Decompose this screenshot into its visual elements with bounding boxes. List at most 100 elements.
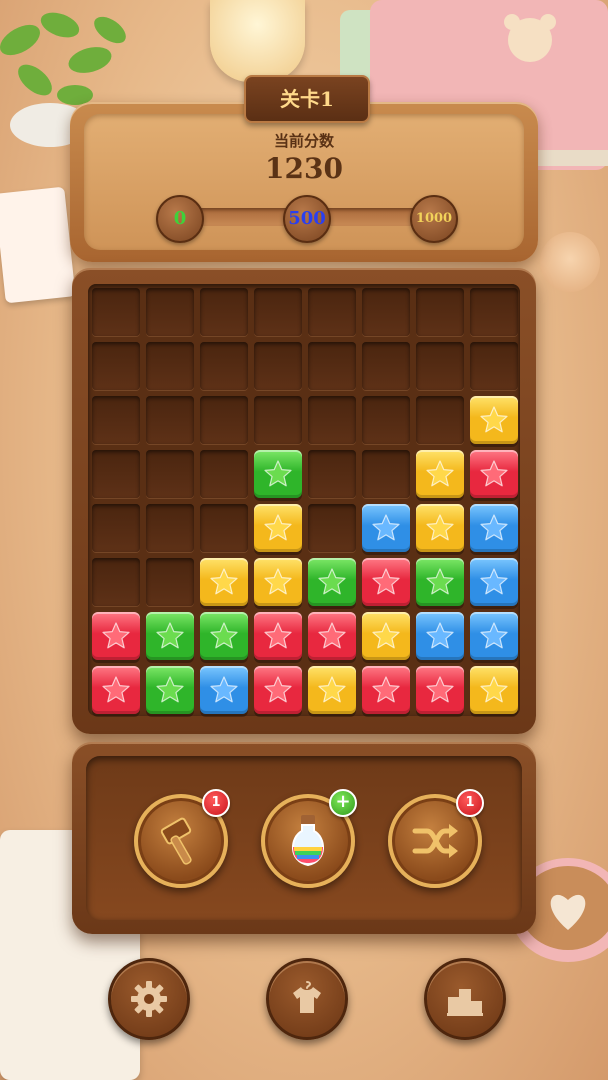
red-star-block[interactable]: [362, 558, 410, 606]
red-star-block[interactable]: [254, 666, 302, 714]
star-icon: [426, 514, 454, 541]
settings-button[interactable]: [108, 958, 190, 1040]
star-icon: [210, 568, 238, 595]
level-label: 关卡1: [244, 75, 370, 123]
blue-star-block[interactable]: [416, 612, 464, 660]
board-cell-empty[interactable]: [308, 396, 356, 444]
star-icon: [426, 568, 454, 595]
board-cell-empty[interactable]: [146, 450, 194, 498]
board-cell-empty[interactable]: [200, 450, 248, 498]
board-cell-empty[interactable]: [146, 504, 194, 552]
board-cell-empty[interactable]: [92, 558, 140, 606]
star-icon: [372, 676, 400, 703]
rainbow-potion-icon: [292, 815, 324, 867]
board-cell-empty[interactable]: [254, 342, 302, 390]
yellow-star-block[interactable]: [308, 666, 356, 714]
star-icon: [480, 568, 508, 595]
star-icon: [102, 676, 130, 703]
star-icon: [156, 676, 184, 703]
board-cell-empty[interactable]: [146, 288, 194, 336]
yellow-star-block[interactable]: [416, 450, 464, 498]
yellow-star-block[interactable]: [254, 558, 302, 606]
board-cell-empty[interactable]: [362, 450, 410, 498]
star-icon: [480, 460, 508, 487]
red-star-block[interactable]: [362, 666, 410, 714]
star-icon: [210, 676, 238, 703]
star-icon: [480, 622, 508, 649]
leaderboard-button[interactable]: [424, 958, 506, 1040]
yellow-star-block[interactable]: [362, 612, 410, 660]
board-cell-empty[interactable]: [146, 558, 194, 606]
star-icon: [426, 676, 454, 703]
bear-pen: [540, 232, 600, 292]
green-star-block[interactable]: [308, 558, 356, 606]
board-cell-empty[interactable]: [92, 342, 140, 390]
board-cell-empty[interactable]: [308, 342, 356, 390]
board-cell-empty[interactable]: [200, 288, 248, 336]
green-star-block[interactable]: [416, 558, 464, 606]
milestone-0: 0: [156, 195, 204, 243]
board-cell-empty[interactable]: [416, 288, 464, 336]
podium-icon: [447, 989, 483, 1016]
yellow-star-block[interactable]: [470, 666, 518, 714]
board-cell-empty[interactable]: [200, 342, 248, 390]
board-cell-empty[interactable]: [308, 288, 356, 336]
board-cell-empty[interactable]: [200, 396, 248, 444]
yellow-star-block[interactable]: [200, 558, 248, 606]
board-cell-empty[interactable]: [254, 288, 302, 336]
board-cell-empty[interactable]: [92, 504, 140, 552]
green-star-block[interactable]: [254, 450, 302, 498]
board-cell-empty[interactable]: [416, 396, 464, 444]
star-icon: [318, 568, 346, 595]
board-cell-empty[interactable]: [254, 396, 302, 444]
skins-button[interactable]: [266, 958, 348, 1040]
board-cell-empty[interactable]: [200, 504, 248, 552]
green-star-block[interactable]: [146, 612, 194, 660]
star-icon: [480, 406, 508, 433]
potion-add-badge[interactable]: +: [329, 789, 357, 817]
blue-star-block[interactable]: [470, 558, 518, 606]
red-star-block[interactable]: [416, 666, 464, 714]
milestone-1000: 1000: [410, 195, 458, 243]
board-cell-empty[interactable]: [146, 342, 194, 390]
yellow-star-block[interactable]: [416, 504, 464, 552]
star-icon: [480, 514, 508, 541]
blue-star-block[interactable]: [362, 504, 410, 552]
red-star-block[interactable]: [254, 612, 302, 660]
yellow-star-block[interactable]: [254, 504, 302, 552]
yellow-star-block[interactable]: [470, 396, 518, 444]
board-grid: [88, 284, 520, 716]
board-cell-empty[interactable]: [92, 450, 140, 498]
star-icon: [264, 622, 292, 649]
board-cell-empty[interactable]: [470, 342, 518, 390]
gear-icon: [131, 981, 167, 1017]
star-icon: [426, 460, 454, 487]
red-star-block[interactable]: [308, 612, 356, 660]
board-cell-empty[interactable]: [470, 288, 518, 336]
green-star-block[interactable]: [146, 666, 194, 714]
board-cell-empty[interactable]: [92, 288, 140, 336]
board-cell-empty[interactable]: [146, 396, 194, 444]
star-icon: [264, 460, 292, 487]
board-cell-empty[interactable]: [416, 342, 464, 390]
board-cell-empty[interactable]: [92, 396, 140, 444]
board-cell-empty[interactable]: [362, 396, 410, 444]
star-icon: [264, 676, 292, 703]
candle: [210, 0, 305, 82]
hammer-icon: [160, 817, 192, 865]
red-star-block[interactable]: [92, 612, 140, 660]
board-cell-empty[interactable]: [308, 504, 356, 552]
blue-star-block[interactable]: [470, 612, 518, 660]
star-icon: [426, 622, 454, 649]
board-cell-empty[interactable]: [362, 288, 410, 336]
red-star-block[interactable]: [470, 450, 518, 498]
red-star-block[interactable]: [92, 666, 140, 714]
blue-star-block[interactable]: [200, 666, 248, 714]
star-icon: [156, 622, 184, 649]
green-star-block[interactable]: [200, 612, 248, 660]
star-icon: [264, 568, 292, 595]
board-cell-empty[interactable]: [308, 450, 356, 498]
board-cell-empty[interactable]: [362, 342, 410, 390]
blue-star-block[interactable]: [470, 504, 518, 552]
star-icon: [372, 622, 400, 649]
